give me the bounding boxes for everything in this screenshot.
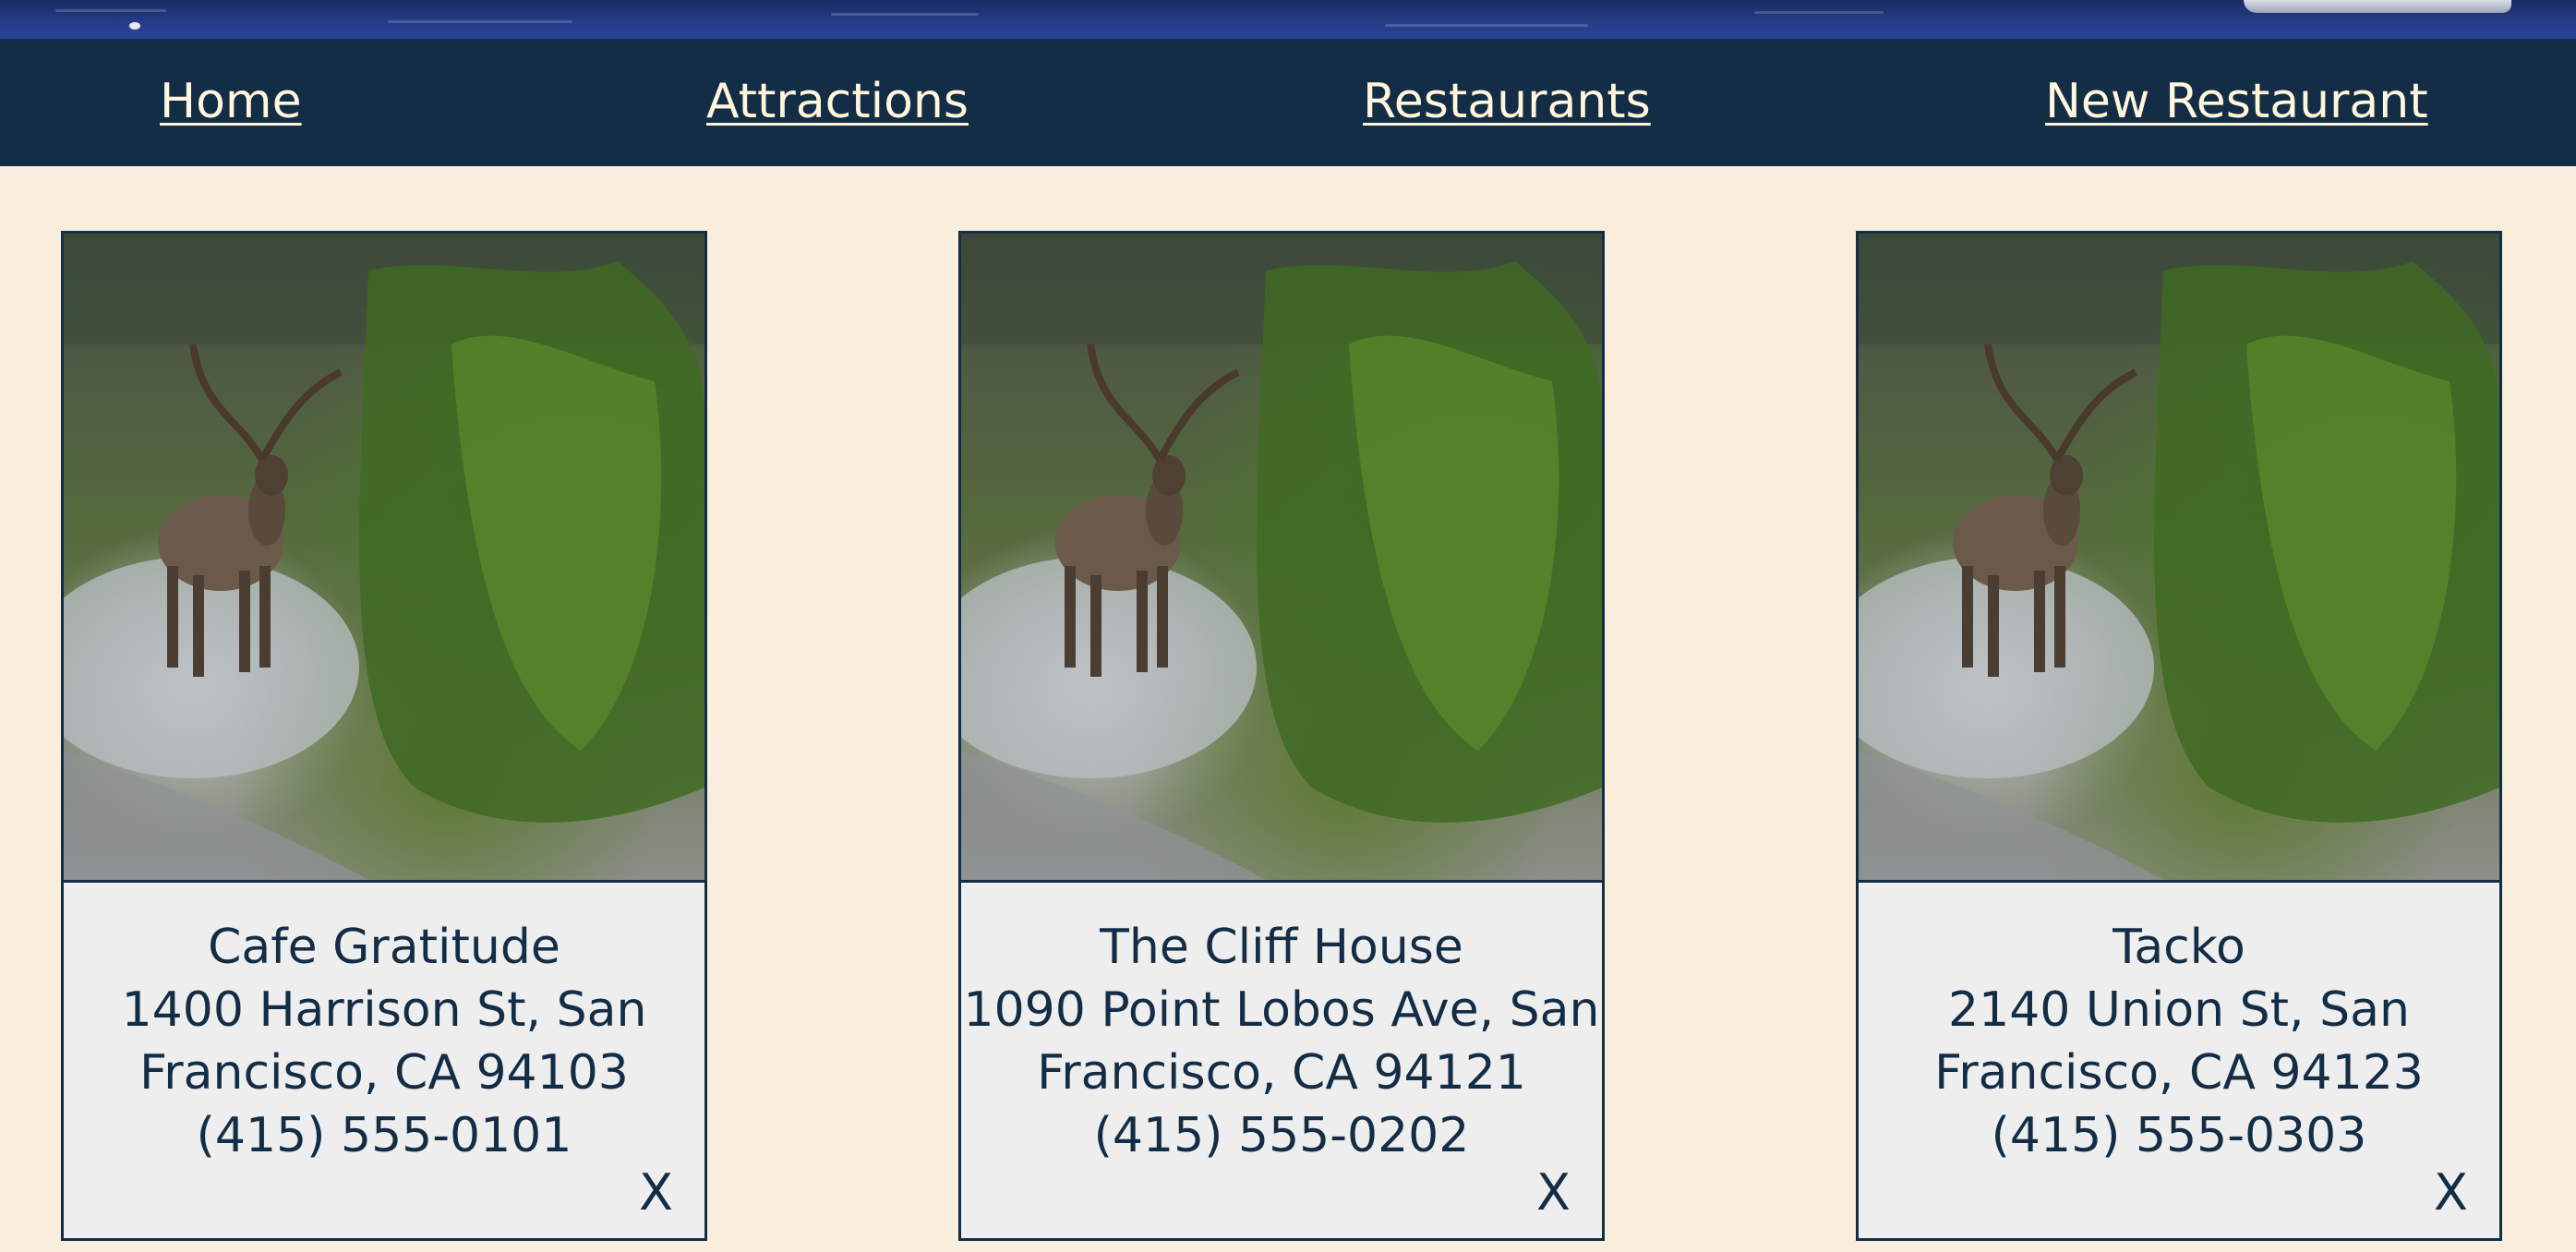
restaurant-info: Tacko 2140 Union St, San Francisco, CA 9…	[1859, 880, 2499, 1238]
restaurant-address-line1: 2140 Union St, San	[1948, 982, 2410, 1038]
restaurant-name: The Cliff House	[1100, 920, 1463, 975]
restaurant-address-line2: Francisco, CA 94121	[1037, 1045, 1526, 1101]
restaurant-address-line2: Francisco, CA 94123	[1934, 1045, 2424, 1101]
delete-restaurant-button[interactable]: X	[1536, 1168, 1571, 1218]
nav-link-new-restaurant[interactable]: New Restaurant	[2045, 75, 2428, 128]
deer-icon	[961, 234, 1602, 880]
restaurant-photo	[961, 234, 1602, 880]
restaurant-card: The Cliff House 1090 Point Lobos Ave, Sa…	[958, 231, 1605, 1241]
hero-banner-image	[0, 0, 2576, 39]
restaurant-name: Cafe Gratitude	[208, 920, 560, 975]
main-navigation: Home Attractions Restaurants New Restaur…	[0, 39, 2576, 166]
restaurant-address-line2: Francisco, CA 94103	[139, 1045, 629, 1101]
ship-icon	[2244, 0, 2511, 13]
restaurant-card: Cafe Gratitude 1400 Harrison St, San Fra…	[61, 231, 707, 1241]
restaurant-card: Tacko 2140 Union St, San Francisco, CA 9…	[1856, 231, 2502, 1241]
nav-link-restaurants[interactable]: Restaurants	[1363, 75, 1651, 128]
restaurant-address-line1: 1400 Harrison St, San	[121, 982, 647, 1038]
deer-icon	[64, 234, 704, 880]
deer-icon	[1859, 234, 2499, 880]
restaurant-address-line1: 1090 Point Lobos Ave, San	[963, 982, 1600, 1038]
boat-icon	[129, 22, 140, 30]
restaurant-info: Cafe Gratitude 1400 Harrison St, San Fra…	[64, 880, 704, 1238]
restaurant-phone: (415) 555-0202	[1093, 1108, 1470, 1163]
delete-restaurant-button[interactable]: X	[2434, 1168, 2468, 1218]
restaurant-photo	[64, 234, 704, 880]
restaurant-phone: (415) 555-0101	[196, 1108, 572, 1163]
nav-link-attractions[interactable]: Attractions	[706, 75, 969, 128]
restaurant-info: The Cliff House 1090 Point Lobos Ave, Sa…	[961, 880, 1602, 1238]
restaurant-photo	[1859, 234, 2499, 880]
delete-restaurant-button[interactable]: X	[639, 1168, 673, 1218]
restaurant-phone: (415) 555-0303	[1991, 1108, 2367, 1163]
nav-link-home[interactable]: Home	[160, 75, 302, 128]
restaurant-name: Tacko	[2113, 920, 2245, 975]
